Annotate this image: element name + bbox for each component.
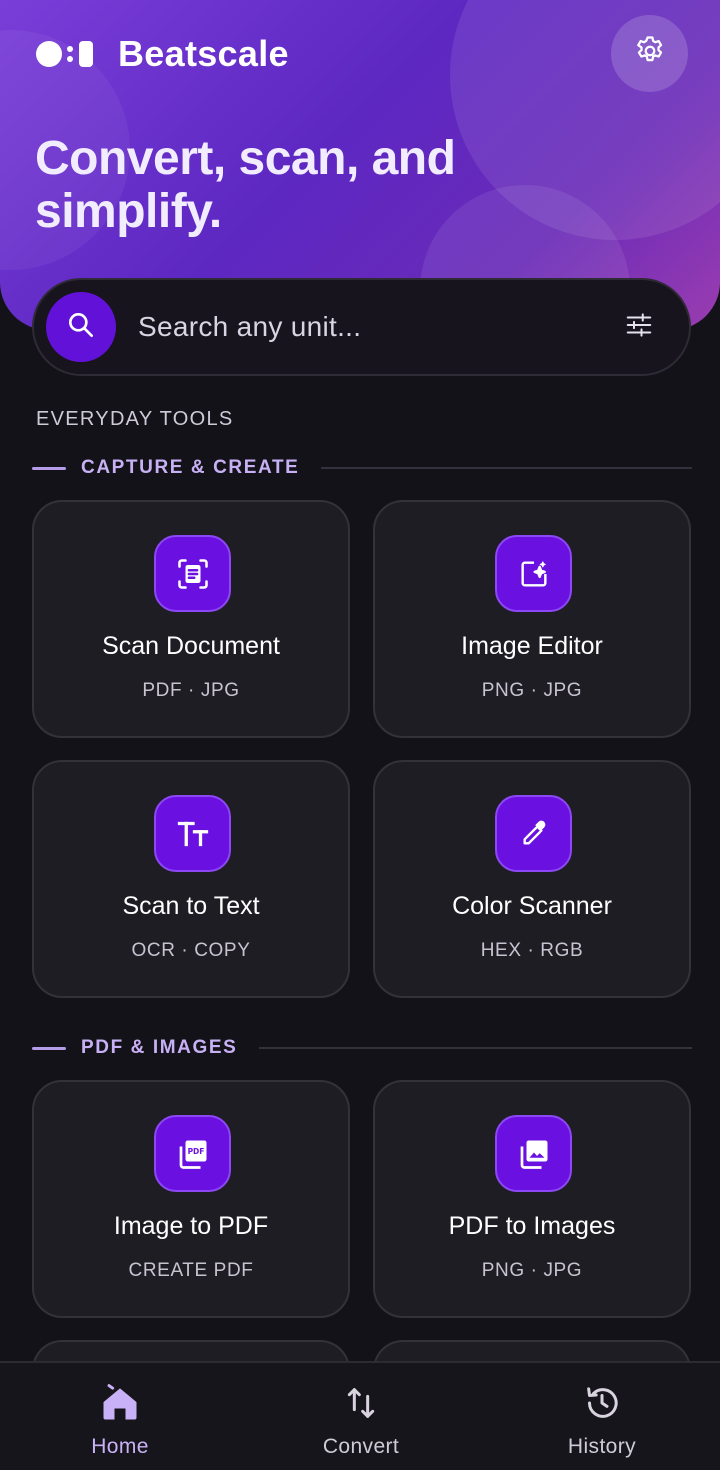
tool-formats: CREATE PDF: [128, 1260, 254, 1281]
tool-card-scan-document[interactable]: Scan Document PDF · JPG: [32, 500, 350, 738]
bottom-navigation: Home Convert History: [0, 1361, 720, 1470]
tune-sliders-icon: [624, 310, 654, 345]
section-title: EVERYDAY TOOLS: [36, 408, 234, 430]
tool-title: Image to PDF: [113, 1212, 269, 1240]
nav-label: History: [567, 1435, 637, 1458]
tool-card-pdf-to-images[interactable]: PDF to Images PNG · JPG: [373, 1080, 691, 1318]
nav-item-history[interactable]: History: [522, 1363, 682, 1470]
history-icon: [580, 1381, 624, 1425]
tool-title: Scan to Text: [122, 892, 260, 920]
app-name: Beatscale: [118, 33, 289, 74]
gear-icon: [633, 34, 667, 73]
tool-formats: OCR · COPY: [131, 940, 251, 961]
nav-item-home[interactable]: Home: [40, 1363, 200, 1470]
hero-headline: Convert, scan, and simplify.: [35, 132, 456, 238]
tool-card-image-editor[interactable]: Image Editor PNG · JPG: [373, 500, 691, 738]
search-input[interactable]: Search any unit...: [138, 311, 619, 343]
swap-vertical-icon: [339, 1381, 383, 1425]
tool-formats: PNG · JPG: [481, 680, 583, 701]
photo-library-icon: [495, 1115, 572, 1192]
filter-button[interactable]: [619, 307, 659, 347]
nav-label: Convert: [322, 1435, 400, 1458]
text-fields-icon: [154, 795, 231, 872]
tool-card-image-to-pdf[interactable]: PDF Image to PDF CREATE PDF: [32, 1080, 350, 1318]
logo-mark-icon: [36, 39, 98, 69]
svg-text:PDF: PDF: [187, 1147, 204, 1156]
home-icon: [98, 1381, 142, 1425]
search-button[interactable]: [46, 292, 116, 362]
app-logo: Beatscale: [36, 33, 289, 74]
document-scanner-icon: [154, 535, 231, 612]
tool-title: Scan Document: [102, 632, 280, 660]
tool-title: PDF to Images: [448, 1212, 616, 1240]
group-label-pdf-images: PDF & IMAGES: [32, 1037, 692, 1058]
tool-card-scan-to-text[interactable]: Scan to Text OCR · COPY: [32, 760, 350, 998]
settings-button[interactable]: [611, 15, 688, 92]
search-icon: [65, 309, 97, 346]
group-label-capture-create: CAPTURE & CREATE: [32, 457, 692, 478]
tool-formats: HEX · RGB: [480, 940, 584, 961]
pdf-file-icon: PDF: [154, 1115, 231, 1192]
tool-card-color-scanner[interactable]: Color Scanner HEX · RGB: [373, 760, 691, 998]
tool-formats: PNG · JPG: [481, 1260, 583, 1281]
nav-item-convert[interactable]: Convert: [281, 1363, 441, 1470]
eyedropper-icon: [495, 795, 572, 872]
nav-label: Home: [91, 1435, 149, 1458]
tool-title: Image Editor: [461, 632, 603, 660]
tool-formats: PDF · JPG: [142, 680, 240, 701]
group-label-text: CAPTURE & CREATE: [81, 457, 300, 478]
search-bar[interactable]: Search any unit...: [32, 278, 691, 376]
image-edit-sparkle-icon: [495, 535, 572, 612]
tool-title: Color Scanner: [452, 892, 612, 920]
group-label-text: PDF & IMAGES: [81, 1037, 238, 1058]
